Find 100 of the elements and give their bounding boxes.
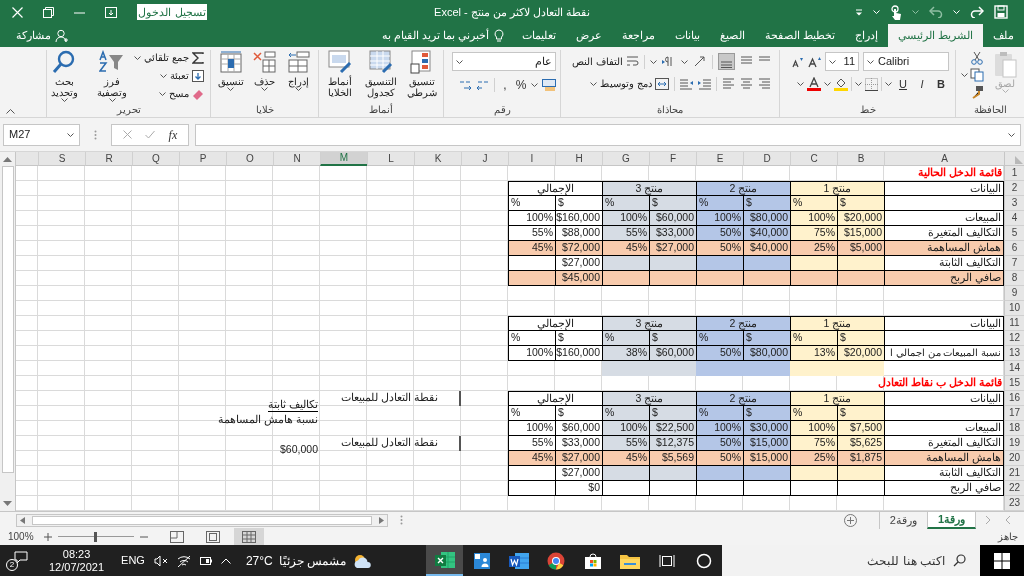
- outdent-icon[interactable]: [680, 77, 693, 90]
- column-header[interactable]: Q: [132, 152, 179, 166]
- ribbon-tab[interactable]: مراجعة: [611, 24, 665, 47]
- column-header[interactable]: J: [461, 152, 508, 166]
- row-number[interactable]: 18: [1004, 421, 1024, 436]
- check-icon[interactable]: [145, 130, 156, 139]
- clock[interactable]: 08:23 12/07/2021: [41, 547, 113, 574]
- insert-button[interactable]: إدراج: [281, 50, 316, 87]
- customize-icon[interactable]: [855, 8, 863, 16]
- row-number[interactable]: 5: [1004, 226, 1024, 241]
- horizontal-scrollbar[interactable]: [16, 513, 388, 527]
- column-header[interactable]: D: [743, 152, 790, 166]
- ribbon-tab[interactable]: إدراج: [844, 24, 888, 47]
- zoom-in-icon[interactable]: [43, 532, 52, 541]
- font-style-button[interactable]: B: [933, 76, 949, 92]
- scroll-thumb[interactable]: [1, 166, 14, 473]
- format-button[interactable]: تنسيق: [213, 50, 248, 87]
- autosum-button[interactable]: جمع تلقائي: [138, 50, 204, 66]
- column-header[interactable]: A: [884, 152, 1004, 166]
- row-number[interactable]: 1: [1004, 166, 1024, 181]
- ribbon-tab[interactable]: الشريط الرئيسي: [887, 24, 983, 47]
- scroll-down-icon[interactable]: [3, 501, 12, 507]
- touch-icon[interactable]: [890, 4, 902, 20]
- redo-icon[interactable]: [970, 6, 984, 18]
- conditional-format-button[interactable]: تنسيق شرطي: [402, 50, 442, 98]
- number-format-button[interactable]: ,: [499, 76, 511, 94]
- tell-me-field[interactable]: أخبرني بما تريد القيام به: [373, 24, 512, 47]
- row-number[interactable]: 17: [1004, 406, 1024, 421]
- column-header[interactable]: S: [38, 152, 85, 166]
- column-header[interactable]: R: [85, 152, 132, 166]
- share-button[interactable]: مشاركة: [16, 24, 69, 47]
- row-number[interactable]: 22: [1004, 481, 1024, 496]
- sign-in-button[interactable]: تسجيل الدخول: [137, 4, 207, 20]
- number-format-field[interactable]: عام: [452, 52, 556, 71]
- decrease-decimal-icon[interactable]: [458, 79, 472, 91]
- formula-input[interactable]: [195, 123, 1021, 146]
- scissors-icon[interactable]: [970, 51, 984, 65]
- copy-icon[interactable]: [970, 68, 984, 82]
- row-number[interactable]: 8: [1004, 271, 1024, 286]
- row-number[interactable]: 11: [1004, 316, 1024, 331]
- row-number[interactable]: 13: [1004, 346, 1024, 361]
- merge-center-button[interactable]: دمج وتوسيط: [590, 76, 669, 91]
- insert-function-button[interactable]: fx: [168, 125, 178, 144]
- number-format-button[interactable]: %: [515, 76, 527, 94]
- fill-button[interactable]: تعبئة: [138, 68, 204, 84]
- zoom-slider[interactable]: [57, 531, 134, 542]
- taskbar-search-field[interactable]: اكتب هنا للبحث: [722, 545, 980, 576]
- indent-icon[interactable]: [698, 77, 711, 90]
- cell-styles-button[interactable]: أنماط الخلايا: [320, 50, 360, 98]
- column-header[interactable]: I: [508, 152, 555, 166]
- font-size-field[interactable]: 11: [825, 52, 859, 71]
- sheet-tab[interactable]: ورقة1: [926, 511, 976, 529]
- drag-handle-icon[interactable]: [94, 129, 97, 140]
- row-number[interactable]: 9: [1004, 286, 1024, 301]
- row-number[interactable]: 23: [1004, 496, 1024, 511]
- row-number[interactable]: 10: [1004, 301, 1024, 316]
- ribbon-tab[interactable]: تعليمات: [511, 24, 566, 47]
- column-header[interactable]: L: [367, 152, 414, 166]
- undo-icon[interactable]: [929, 6, 943, 18]
- sort-filter-button[interactable]: فرز وتصفية: [90, 50, 134, 98]
- view-button[interactable]: [233, 528, 264, 545]
- column-header[interactable]: G: [602, 152, 649, 166]
- scroll-up-icon[interactable]: [3, 156, 12, 162]
- column-header[interactable]: C: [790, 152, 837, 166]
- column-header[interactable]: N: [273, 152, 320, 166]
- format-as-table-button[interactable]: التنسيق كجدول: [361, 50, 401, 98]
- column-header[interactable]: O: [226, 152, 273, 166]
- wrap-text-button[interactable]: التفاف النص: [572, 54, 639, 69]
- zoom-level[interactable]: 100%: [8, 529, 34, 544]
- column-header[interactable]: M: [320, 152, 367, 166]
- delete-button[interactable]: حذف: [247, 50, 282, 87]
- column-header[interactable]: B: [837, 152, 884, 166]
- ribbon-tab[interactable]: بيانات: [664, 24, 710, 47]
- start-button[interactable]: [980, 545, 1024, 576]
- column-header[interactable]: H: [555, 152, 602, 166]
- row-number[interactable]: 16: [1004, 391, 1024, 406]
- row-number[interactable]: 14: [1004, 361, 1024, 376]
- font-name-field[interactable]: Calibri: [863, 52, 949, 71]
- row-number[interactable]: 7: [1004, 256, 1024, 271]
- font-style-button[interactable]: I: [914, 76, 930, 92]
- clear-button[interactable]: مسح: [138, 86, 204, 102]
- column-header[interactable]: E: [696, 152, 743, 166]
- borders-icon[interactable]: [865, 77, 878, 91]
- accounting-format-icon[interactable]: [542, 79, 556, 91]
- collapse-ribbon-icon[interactable]: [6, 108, 15, 114]
- split-handle-icon[interactable]: [400, 515, 403, 525]
- wifi-icon[interactable]: [176, 554, 191, 567]
- column-header[interactable]: K: [414, 152, 461, 166]
- ribbon-tab[interactable]: عرض: [565, 24, 612, 47]
- shrink-font-icon[interactable]: [792, 55, 804, 68]
- close-icon[interactable]: [12, 6, 23, 18]
- ribbon-tab[interactable]: ملف: [983, 24, 1024, 47]
- increase-decimal-icon[interactable]: [476, 79, 490, 91]
- text-orientation-icon[interactable]: [693, 55, 707, 68]
- row-number[interactable]: 21: [1004, 466, 1024, 481]
- notification-button[interactable]: 2: [6, 550, 28, 571]
- column-header[interactable]: F: [649, 152, 696, 166]
- battery-icon[interactable]: [199, 556, 212, 565]
- row-number[interactable]: 4: [1004, 211, 1024, 226]
- row-number[interactable]: 3: [1004, 196, 1024, 211]
